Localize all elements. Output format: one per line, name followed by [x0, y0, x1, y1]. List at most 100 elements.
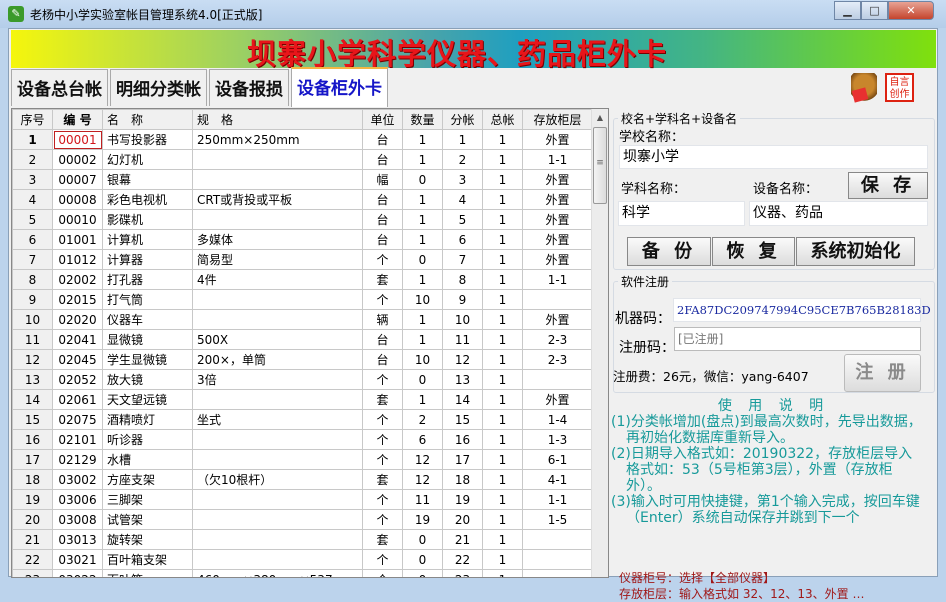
table-cell[interactable]: 1-1 [522, 149, 593, 170]
backup-button[interactable]: 备 份 [627, 237, 711, 266]
table-cell[interactable]: 19 [402, 509, 443, 530]
table-cell[interactable]: 1-1 [522, 269, 593, 290]
close-button[interactable]: ✕ [888, 1, 934, 20]
table-cell[interactable]: 影碟机 [102, 209, 193, 230]
table-cell[interactable]: 10 [12, 309, 53, 330]
table-cell[interactable]: 1-5 [522, 509, 593, 530]
table-cell[interactable]: 方座支架 [102, 469, 193, 490]
table-cell[interactable]: 10 [402, 289, 443, 310]
table-cell[interactable]: 1 [482, 549, 523, 570]
table-cell[interactable]: 02045 [52, 349, 103, 370]
table-cell[interactable]: 17 [12, 449, 53, 470]
table-cell[interactable] [192, 169, 363, 190]
table-cell[interactable]: 1-3 [522, 429, 593, 450]
table-cell[interactable] [192, 549, 363, 570]
table-cell[interactable]: 12 [402, 469, 443, 490]
table-cell[interactable]: 16 [442, 429, 483, 450]
table-cell[interactable]: 旋转架 [102, 529, 193, 550]
table-cell[interactable]: 7 [12, 249, 53, 270]
table-cell[interactable]: 1 [402, 149, 443, 170]
table-cell[interactable]: 6 [402, 429, 443, 450]
table-cell[interactable]: 套 [362, 469, 403, 490]
table-cell[interactable]: 4件 [192, 269, 363, 290]
table-cell[interactable]: 1 [482, 489, 523, 510]
table-cell[interactable]: 个 [362, 489, 403, 510]
save-button[interactable]: 保 存 [848, 172, 928, 199]
table-cell[interactable]: 7 [442, 249, 483, 270]
table-row[interactable]: 21 03013 旋转架套 0 21 1 [12, 529, 593, 550]
table-cell[interactable]: 1 [482, 409, 523, 430]
table-row[interactable]: 6 01001 计算机 多媒体台 1 6 1 外置 [12, 229, 593, 250]
table-cell[interactable]: 21 [442, 529, 483, 550]
tab-equipment-loss[interactable]: 设备报损 [209, 69, 289, 106]
table-cell[interactable]: 1 [402, 309, 443, 330]
table-row[interactable]: 20 03008 试管架个 19 20 1 1-5 [12, 509, 593, 530]
table-cell[interactable] [522, 529, 593, 550]
table-cell[interactable]: 12 [442, 349, 483, 370]
table-cell[interactable] [192, 509, 363, 530]
table-cell[interactable]: 00007 [52, 169, 103, 190]
table-cell[interactable]: 21 [12, 529, 53, 550]
table-cell[interactable]: 辆 [362, 309, 403, 330]
table-cell[interactable]: 5 [12, 209, 53, 230]
vertical-scrollbar[interactable]: ▲ ≡ [591, 109, 608, 577]
table-cell[interactable]: 坐式 [192, 409, 363, 430]
table-cell[interactable]: 1 [482, 169, 523, 190]
table-cell[interactable]: 0 [402, 249, 443, 270]
table-cell[interactable] [522, 289, 593, 310]
table-row[interactable]: 12 02045 学生显微镜 200×，单筒台 10 12 1 2-3 [12, 349, 593, 370]
table-cell[interactable]: 250mm×250mm [192, 129, 363, 150]
register-button[interactable]: 注 册 [844, 354, 921, 392]
table-cell[interactable]: 14 [12, 389, 53, 410]
table-cell[interactable]: 02061 [52, 389, 103, 410]
table-cell[interactable]: 1 [482, 429, 523, 450]
table-cell[interactable]: 台 [362, 129, 403, 150]
column-header[interactable]: 序号 [12, 109, 53, 130]
table-cell[interactable]: 外置 [522, 389, 593, 410]
table-row[interactable]: 16 02101 听诊器个 6 16 1 1-3 [12, 429, 593, 450]
table-cell[interactable]: 11 [442, 329, 483, 350]
minimize-button[interactable]: ▁ [834, 1, 861, 20]
table-row[interactable]: 13 02052 放大镜 3倍个 0 13 1 [12, 369, 593, 390]
table-cell[interactable]: 3 [442, 169, 483, 190]
table-cell[interactable]: 1 [482, 269, 523, 290]
table-cell[interactable]: 外置 [522, 129, 593, 150]
table-cell[interactable] [192, 209, 363, 230]
table-cell[interactable]: 外置 [522, 309, 593, 330]
table-cell[interactable]: 14 [442, 389, 483, 410]
table-cell[interactable]: 银幕 [102, 169, 193, 190]
table-cell[interactable]: 6 [442, 229, 483, 250]
table-cell[interactable]: 1-4 [522, 409, 593, 430]
table-cell[interactable]: 00001 [52, 129, 103, 150]
column-header[interactable]: 总帐 [482, 109, 523, 130]
table-cell[interactable]: 1 [482, 349, 523, 370]
table-cell[interactable]: 11 [402, 489, 443, 510]
table-cell[interactable]: 03006 [52, 489, 103, 510]
column-header[interactable]: 分帐 [442, 109, 483, 130]
subject-name-input[interactable]: 科学 [618, 201, 745, 226]
table-row[interactable]: 1 00001 书写投影器 250mm×250mm 台 1 1 1 外置 [12, 129, 593, 150]
table-cell[interactable]: 计算器 [102, 249, 193, 270]
table-cell[interactable]: 1 [402, 229, 443, 250]
table-cell[interactable]: 2-3 [522, 329, 593, 350]
table-cell[interactable]: 02075 [52, 409, 103, 430]
column-header[interactable]: 编 号 [52, 109, 103, 130]
table-cell[interactable]: 18 [442, 469, 483, 490]
table-cell[interactable]: 幅 [362, 169, 403, 190]
table-cell[interactable]: 1 [482, 469, 523, 490]
table-cell[interactable]: 2 [402, 409, 443, 430]
tab-equipment-ledger[interactable]: 设备总台帐 [11, 69, 108, 106]
table-cell[interactable]: 1 [482, 189, 523, 210]
table-cell[interactable] [192, 389, 363, 410]
table-cell[interactable]: 0 [402, 369, 443, 390]
table-cell[interactable]: 套 [362, 389, 403, 410]
table-cell[interactable]: 02129 [52, 449, 103, 470]
table-cell[interactable]: 显微镜 [102, 329, 193, 350]
table-cell[interactable]: 计算机 [102, 229, 193, 250]
table-cell[interactable]: 2 [12, 149, 53, 170]
table-row[interactable]: 9 02015 打气筒个 10 9 1 [12, 289, 593, 310]
table-row[interactable]: 4 00008 彩色电视机 CRT或背投或平板台 1 4 1 外置 [12, 189, 593, 210]
table-cell[interactable]: 百叶箱支架 [102, 549, 193, 570]
table-cell[interactable]: 个 [362, 369, 403, 390]
table-cell[interactable]: 1 [482, 329, 523, 350]
